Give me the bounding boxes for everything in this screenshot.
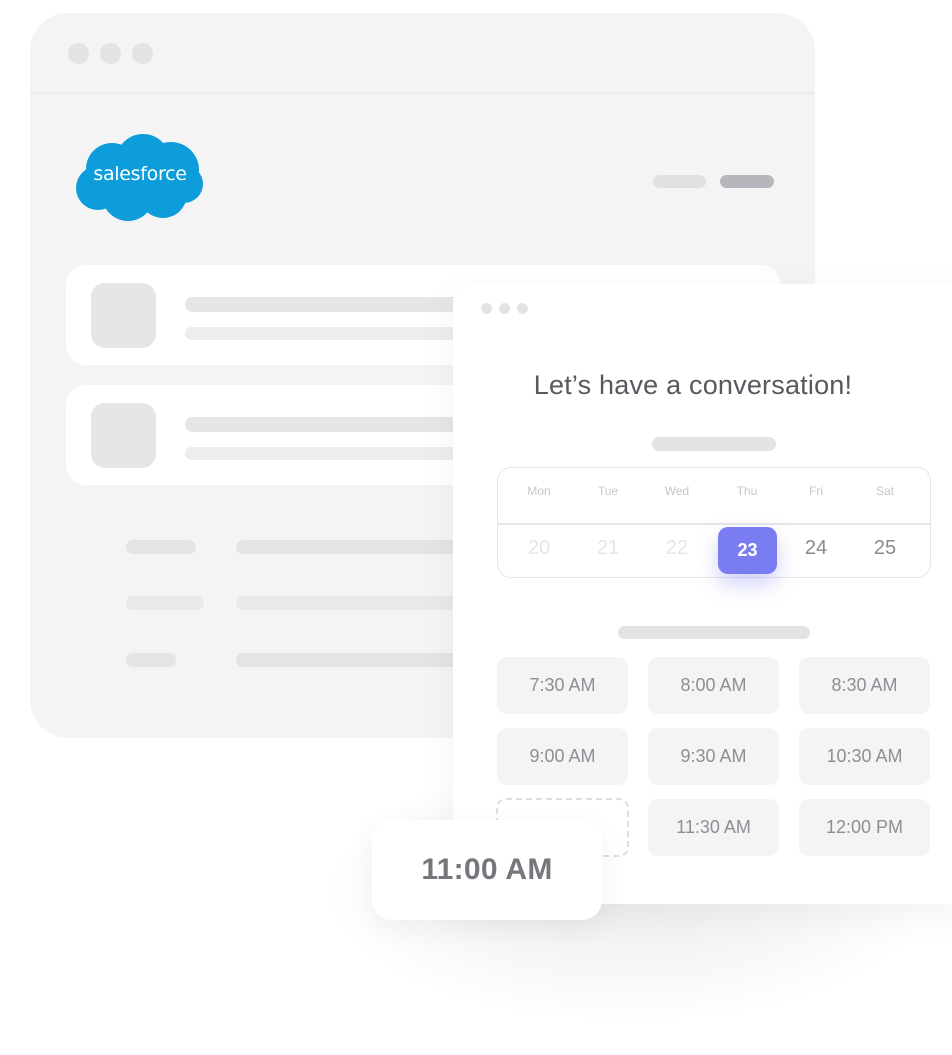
salesforce-logo: salesforce xyxy=(76,134,204,224)
field-value-placeholder xyxy=(236,596,476,610)
window-controls xyxy=(481,303,528,314)
time-slot-button[interactable]: 9:00 AM xyxy=(497,728,628,785)
date-cell: 22 xyxy=(665,537,689,559)
weekday-label: Thu xyxy=(736,484,758,498)
date-cell[interactable]: 24 xyxy=(781,537,851,560)
date-cell[interactable]: 25 xyxy=(850,537,920,560)
window-dot[interactable] xyxy=(100,43,121,64)
weekday-label: Sat xyxy=(875,484,894,498)
time-slot-button[interactable]: 9:30 AM xyxy=(648,728,779,785)
field-label-placeholder xyxy=(126,653,176,667)
dragged-time-slot[interactable]: 11:00 AM xyxy=(372,820,602,920)
window-dot[interactable] xyxy=(132,43,153,64)
time-slot-button[interactable]: 8:30 AM xyxy=(799,657,930,714)
window-controls xyxy=(68,43,153,64)
window-dot[interactable] xyxy=(481,303,492,314)
window-divider xyxy=(30,92,815,94)
time-slot-button[interactable]: 10:30 AM xyxy=(799,728,930,785)
date-cell: 21 xyxy=(596,537,620,559)
window-dot[interactable] xyxy=(517,303,528,314)
field-label-placeholder xyxy=(126,596,204,610)
nav-placeholder-active[interactable] xyxy=(720,175,774,188)
subtitle-placeholder xyxy=(652,437,776,451)
booking-heading: Let’s have a conversation! xyxy=(533,370,853,400)
salesforce-logo-text: salesforce xyxy=(93,163,187,185)
weekday-label: Fri xyxy=(809,484,823,498)
date-cell: 20 xyxy=(527,537,551,559)
field-value-placeholder xyxy=(236,653,476,667)
weekday-label: Tue xyxy=(597,484,619,498)
window-dot[interactable] xyxy=(68,43,89,64)
time-slot-button[interactable]: 8:00 AM xyxy=(648,657,779,714)
field-label-placeholder xyxy=(126,540,196,554)
weekday-label: Mon xyxy=(527,484,551,498)
time-slot-button[interactable]: 12:00 PM xyxy=(799,799,930,856)
weekday-label: Wed xyxy=(664,484,690,498)
field-value-placeholder xyxy=(236,540,476,554)
list-item-thumbnail xyxy=(91,283,156,348)
date-cell-selected[interactable]: 23 xyxy=(718,527,777,574)
time-slot-button[interactable]: 7:30 AM xyxy=(497,657,628,714)
list-item-thumbnail xyxy=(91,403,156,468)
calendar-divider xyxy=(498,523,930,525)
nav-placeholder[interactable] xyxy=(653,175,706,188)
time-slot-button[interactable]: 11:30 AM xyxy=(648,799,779,856)
date-picker: Mon 20 Tue 21 Wed 22 Thu 23 Fri 24 Sat 2… xyxy=(497,467,931,578)
window-dot[interactable] xyxy=(499,303,510,314)
booking-window: Let’s have a conversation! Mon 20 Tue 21… xyxy=(453,284,952,904)
stage: salesforce Let’s have a conversation! Mo… xyxy=(0,0,952,1055)
times-heading-placeholder xyxy=(618,626,810,639)
